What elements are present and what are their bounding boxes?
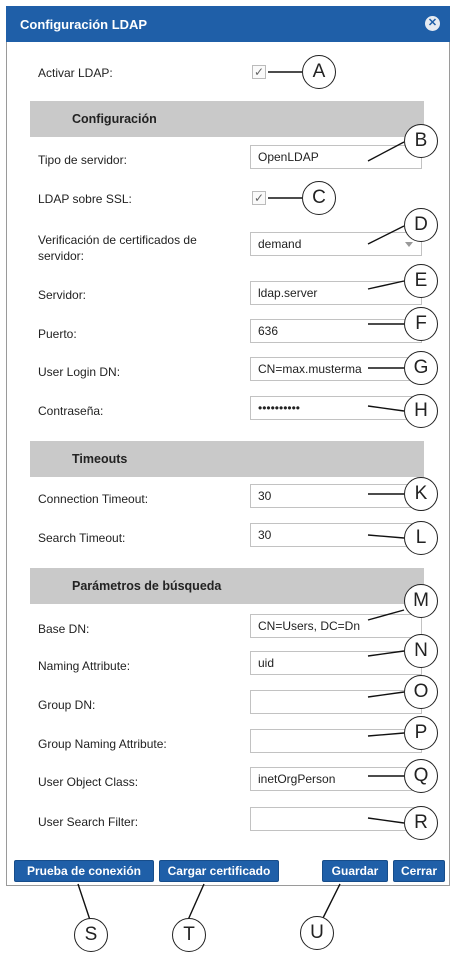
leader-line	[367, 817, 405, 824]
callout-p: P	[404, 716, 438, 750]
callout-r: R	[404, 806, 438, 840]
leader-line	[187, 883, 205, 921]
leader-line	[367, 280, 405, 290]
callout-d: D	[404, 208, 438, 242]
callout-t: T	[172, 918, 206, 952]
leader-line	[367, 141, 405, 162]
leader-line	[322, 883, 341, 919]
callout-s: S	[74, 918, 108, 952]
callout-l: L	[404, 521, 438, 555]
callout-q: Q	[404, 759, 438, 793]
leader-line	[367, 691, 405, 698]
leader-line	[367, 534, 405, 539]
callout-n: N	[404, 634, 438, 668]
callout-o: O	[404, 675, 438, 709]
callout-g: G	[404, 351, 438, 385]
callout-leaders	[77, 71, 405, 921]
callout-f: F	[404, 307, 438, 341]
leader-line	[367, 732, 405, 737]
callout-e: E	[404, 264, 438, 298]
leader-line	[367, 650, 405, 657]
callout-u: U	[300, 916, 334, 950]
leader-line	[367, 405, 405, 412]
callout-c: C	[302, 181, 336, 215]
leader-line	[77, 883, 91, 921]
callout-a: A	[302, 55, 336, 89]
callout-k: K	[404, 477, 438, 511]
callout-b: B	[404, 124, 438, 158]
leader-line	[367, 225, 405, 245]
callout-m: M	[404, 584, 438, 618]
callout-h: H	[404, 394, 438, 428]
leader-line	[367, 609, 405, 621]
